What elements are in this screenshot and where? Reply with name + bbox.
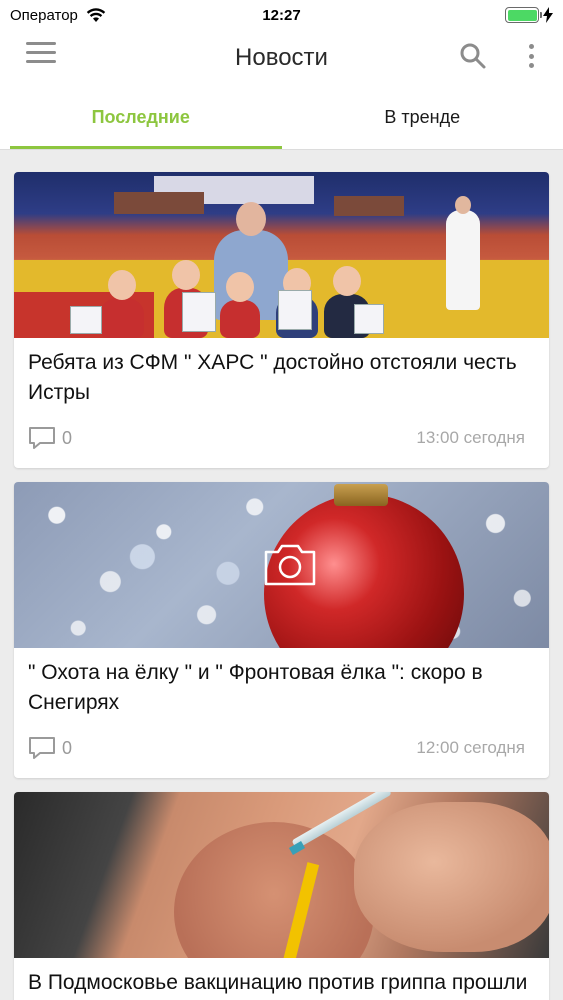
article-time: 12:00 сегодня bbox=[416, 738, 525, 757]
comment-count[interactable]: 0 bbox=[28, 736, 72, 760]
tab-latest[interactable]: Последние bbox=[0, 86, 282, 149]
camera-icon bbox=[264, 544, 316, 586]
article-title: Ребята из СФМ " ХАРС " достойно отстояли… bbox=[28, 351, 517, 404]
battery-fill bbox=[507, 9, 537, 21]
status-left: Оператор bbox=[10, 7, 106, 24]
news-feed: Ребята из СФМ " ХАРС " достойно отстояли… bbox=[14, 172, 549, 1000]
article-footer: 0 12:00 сегодня bbox=[14, 718, 549, 778]
article-image bbox=[14, 482, 549, 648]
article-footer: 0 13:00 сегодня bbox=[14, 408, 549, 468]
comment-icon bbox=[29, 427, 55, 449]
page-title: Новости bbox=[235, 44, 328, 71]
comment-count[interactable]: 0 bbox=[28, 426, 72, 450]
search-icon[interactable] bbox=[459, 42, 487, 70]
tab-trending[interactable]: В тренде bbox=[282, 86, 563, 149]
wifi-icon bbox=[86, 7, 106, 22]
article-title: " Охота на ёлку " и " Фронтовая ёлка ": … bbox=[28, 661, 483, 714]
article-image bbox=[14, 172, 549, 338]
article-title: В Подмосковье вакцинацию против гриппа п… bbox=[28, 971, 528, 994]
status-bar: Оператор 12:27 bbox=[0, 0, 563, 30]
carrier-label: Оператор bbox=[10, 6, 78, 24]
charging-icon bbox=[543, 7, 553, 23]
nav-bar: Новости bbox=[0, 30, 563, 86]
comment-count-value: 0 bbox=[62, 737, 73, 758]
status-right bbox=[505, 7, 553, 23]
battery-icon bbox=[505, 7, 542, 23]
hamburger-menu-icon[interactable] bbox=[26, 42, 56, 64]
comment-icon bbox=[29, 737, 55, 759]
news-card[interactable]: В Подмосковье вакцинацию против гриппа п… bbox=[14, 792, 549, 1000]
news-card[interactable]: " Охота на ёлку " и " Фронтовая ёлка ": … bbox=[14, 482, 549, 778]
article-time: 13:00 сегодня bbox=[416, 428, 525, 447]
tab-bar: Последние В тренде bbox=[0, 86, 563, 150]
article-image bbox=[14, 792, 549, 958]
news-card[interactable]: Ребята из СФМ " ХАРС " достойно отстояли… bbox=[14, 172, 549, 468]
more-vertical-icon[interactable] bbox=[521, 42, 541, 70]
comment-count-value: 0 bbox=[62, 427, 73, 448]
